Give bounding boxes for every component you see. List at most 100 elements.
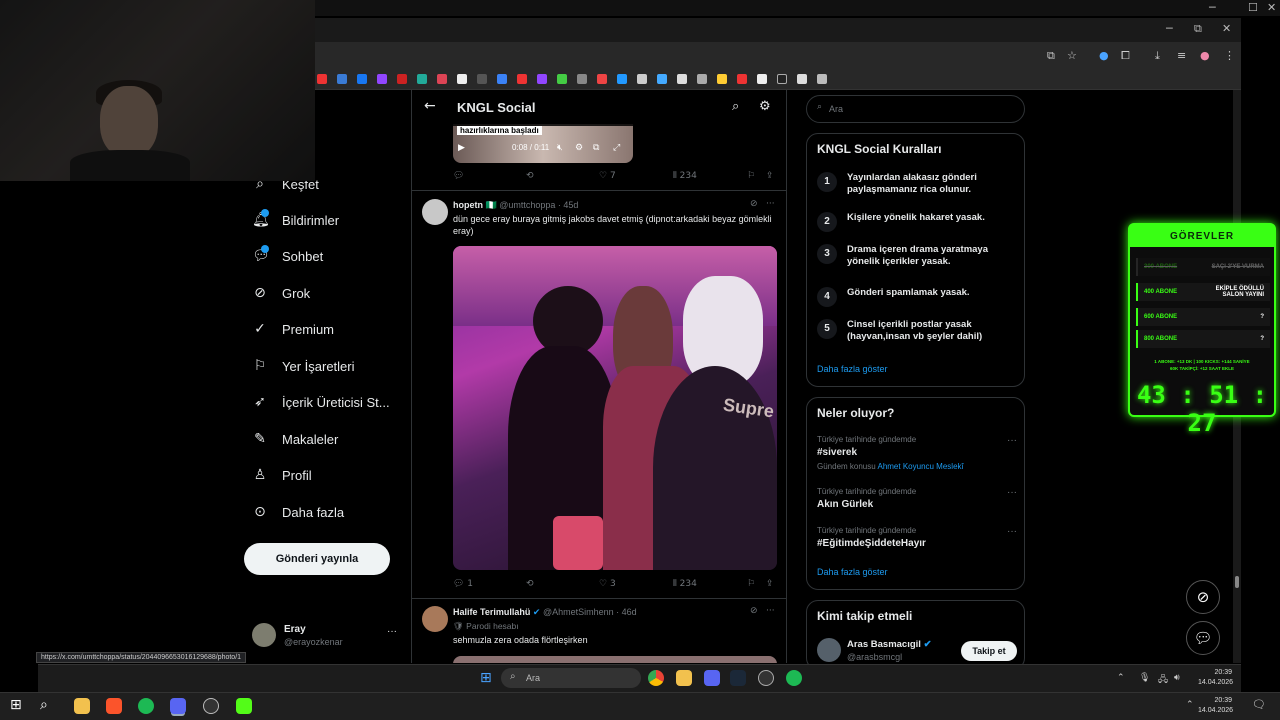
- inner-start-icon[interactable]: ⊞: [480, 670, 492, 686]
- tray-chevron-icon[interactable]: ⌃: [1117, 672, 1125, 683]
- share-icon[interactable]: ⇪: [766, 171, 774, 181]
- extension-icon[interactable]: ●: [1099, 49, 1109, 62]
- nav-item-premium[interactable]: ✓ Premium: [252, 321, 334, 337]
- repost-icon[interactable]: ⟲: [526, 579, 534, 589]
- fullscreen-icon[interactable]: ⤢: [613, 142, 620, 153]
- mute-icon[interactable]: 🔇︎: [557, 142, 563, 153]
- author-handle[interactable]: @umttchoppa · 45d: [499, 200, 578, 210]
- bookmark-icon[interactable]: [737, 74, 747, 84]
- nav-item-rocket[interactable]: ➶ İçerik Üreticisi St...: [252, 394, 390, 410]
- browser-close-button[interactable]: ✕: [1222, 22, 1231, 35]
- post-image[interactable]: Supre: [453, 246, 777, 570]
- search-icon[interactable]: ⌕: [732, 99, 739, 114]
- bookmark-icon[interactable]: [637, 74, 647, 84]
- search-input[interactable]: ⌕ Ara: [806, 95, 1025, 123]
- browser-restore-button[interactable]: ⧉: [1194, 22, 1202, 36]
- download-icon[interactable]: ⤓: [1155, 49, 1160, 63]
- bookmark-icon[interactable]: [337, 74, 347, 84]
- like-button[interactable]: ♡ 3: [599, 579, 616, 589]
- reply-icon[interactable]: 💬︎: [453, 171, 464, 181]
- bookmark-post-icon[interactable]: ⚐: [747, 579, 755, 589]
- grok-post-icon[interactable]: ⊘: [750, 606, 758, 616]
- tray-chevron-icon[interactable]: ⌃: [1186, 699, 1194, 710]
- share-icon[interactable]: ⇪: [766, 579, 774, 589]
- kick-icon[interactable]: [236, 698, 252, 714]
- bookmark-icon[interactable]: [797, 74, 807, 84]
- bookmark-icon[interactable]: [317, 74, 327, 84]
- bookmark-icon[interactable]: [517, 74, 527, 84]
- chrome-icon[interactable]: [648, 670, 664, 686]
- outer-close-button[interactable]: ✕: [1267, 1, 1276, 14]
- like-button[interactable]: ♡ 7: [599, 171, 616, 181]
- rules-show-more-link[interactable]: Daha fazla göster: [817, 364, 888, 374]
- follow-name[interactable]: Aras Basmacıgil ✔: [847, 639, 932, 650]
- bookmark-icon[interactable]: [717, 74, 727, 84]
- notification-center-icon[interactable]: 🗨︎: [1252, 698, 1266, 711]
- profile-avatar-icon[interactable]: ●: [1200, 49, 1210, 62]
- video-player[interactable]: hazırlıklarına başladı ▶ 0:08 / 0:11 🔇︎ …: [453, 124, 633, 163]
- scrollbar-thumb[interactable]: [1235, 576, 1239, 588]
- bookmark-icon[interactable]: [437, 74, 447, 84]
- outer-maximize-button[interactable]: ☐: [1248, 1, 1258, 14]
- steam-icon[interactable]: [730, 670, 746, 686]
- author-name[interactable]: Halife Terimullahü: [453, 607, 530, 617]
- bookmark-icon[interactable]: [777, 74, 787, 84]
- bookmark-icon[interactable]: [477, 74, 487, 84]
- bookmark-icon[interactable]: [537, 74, 547, 84]
- post-more-icon[interactable]: ···: [766, 199, 775, 209]
- messages-float-button[interactable]: 💬︎: [1186, 621, 1220, 655]
- obs-icon[interactable]: [203, 698, 219, 714]
- views-button[interactable]: ⫴ 234: [673, 171, 697, 181]
- nav-item-profile[interactable]: ♙ Profil: [252, 467, 312, 483]
- avatar[interactable]: [422, 199, 448, 225]
- account-more-icon[interactable]: ···: [387, 626, 397, 637]
- obs-icon[interactable]: [758, 670, 774, 686]
- trend-topic-link[interactable]: Ahmet Koyuncu Meslekî: [877, 462, 963, 471]
- bookmark-icon[interactable]: [677, 74, 687, 84]
- grok-post-icon[interactable]: ⊘: [750, 199, 758, 209]
- post-button[interactable]: Gönderi yayınla: [244, 543, 390, 575]
- discord-icon[interactable]: [170, 698, 186, 714]
- post-more-icon[interactable]: ···: [766, 606, 775, 616]
- browser-minimize-button[interactable]: ─: [1166, 22, 1173, 35]
- bookmark-icon[interactable]: [457, 74, 467, 84]
- repost-icon[interactable]: ⟲: [526, 171, 534, 181]
- start-icon[interactable]: ⊞: [10, 697, 22, 713]
- nav-item-bookmark[interactable]: ⚐ Yer İşaretleri: [252, 358, 355, 374]
- post-image[interactable]: [453, 656, 777, 663]
- trend-item[interactable]: Türkiye tarihinde gündemde #siverek ··· Gün…: [817, 435, 1017, 471]
- bookmark-icon[interactable]: [697, 74, 707, 84]
- media-icon[interactable]: ≡: [1177, 49, 1186, 62]
- settings-icon[interactable]: ⚙: [575, 142, 583, 153]
- grok-float-button[interactable]: ⊘: [1186, 580, 1220, 614]
- bookmark-icon[interactable]: [557, 74, 567, 84]
- trend-item[interactable]: Türkiye tarihinde gündemde Akın Gürlek ···: [817, 487, 1017, 510]
- bookmark-icon[interactable]: [377, 74, 387, 84]
- bookmark-icon[interactable]: [357, 74, 367, 84]
- bookmark-star-icon[interactable]: ☆: [1067, 49, 1077, 62]
- trend-more-icon[interactable]: ···: [1007, 487, 1017, 498]
- nav-item-chat[interactable]: 💬︎ Sohbet: [252, 245, 323, 264]
- folder-icon[interactable]: [74, 698, 90, 714]
- bookmark-icon[interactable]: [757, 74, 767, 84]
- author-name[interactable]: hopetn: [453, 200, 483, 210]
- outer-minimize-button[interactable]: ─: [1209, 1, 1216, 14]
- account-switcher[interactable]: Eray @erayozkenar ···: [252, 622, 402, 652]
- volume-icon[interactable]: 🔊︎: [1174, 672, 1180, 683]
- clock[interactable]: 20:39 14.04.2026: [1198, 696, 1233, 716]
- bookmark-post-icon[interactable]: ⚐: [747, 171, 755, 181]
- author-handle[interactable]: @AhmetSimhenn · 46d: [543, 607, 637, 617]
- avatar[interactable]: [817, 638, 841, 662]
- trend-more-icon[interactable]: ···: [1007, 435, 1017, 446]
- reply-button[interactable]: 💬︎ 1: [453, 579, 473, 589]
- trend-item[interactable]: Türkiye tarihinde gündemde #EğitimdeŞidde…: [817, 526, 1017, 549]
- views-button[interactable]: ⫴ 234: [673, 579, 697, 589]
- trend-more-icon[interactable]: ···: [1007, 526, 1017, 537]
- search-icon[interactable]: ⌕: [40, 697, 48, 713]
- network-icon[interactable]: 🖧︎: [1158, 672, 1168, 688]
- pip-icon[interactable]: ⧉: [593, 142, 599, 153]
- avatar[interactable]: [422, 606, 448, 632]
- inner-clock[interactable]: 20:39 14.04.2026: [1198, 668, 1233, 688]
- bookmark-icon[interactable]: [597, 74, 607, 84]
- browser-menu-icon[interactable]: ⋮: [1224, 49, 1235, 62]
